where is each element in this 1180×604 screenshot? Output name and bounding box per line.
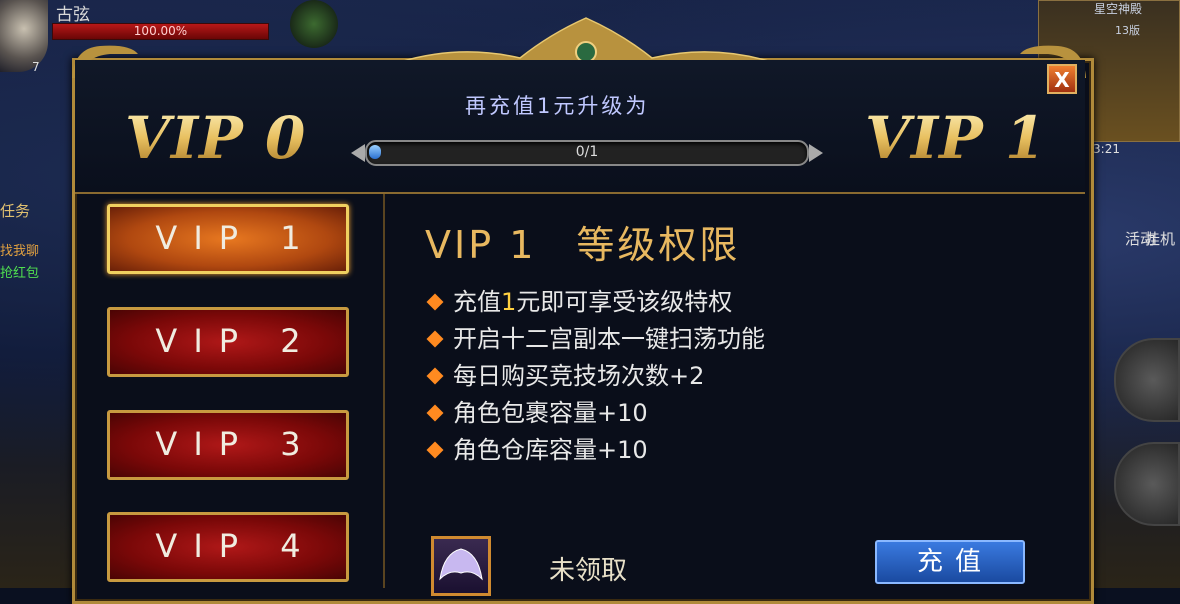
diamond-bullet-icon (426, 441, 444, 458)
reward-wings-icon[interactable] (431, 536, 491, 596)
side-redpacket-label[interactable]: 抢红包 (0, 262, 68, 281)
privilege-item: 开启十二宫副本一键扫荡功能 (425, 321, 765, 358)
progress-right-cap-icon (809, 144, 823, 162)
skill-button-2[interactable] (1114, 442, 1180, 526)
privilege-title: VIP 1 等级权限 (425, 214, 740, 269)
progress-text: 0/1 (575, 144, 599, 160)
vip-tab-list: VIP 1 VIP 2 VIP 3 VIP 4 (75, 194, 385, 588)
reward-status: 未领取 (549, 556, 628, 586)
progress-left-cap-icon (351, 144, 365, 162)
tab-vip-1[interactable]: VIP 1 (107, 204, 349, 274)
diamond-bullet-icon (426, 367, 444, 384)
vip-header: VIP 0 再充值1元升级为 0/1 VIP 1 (75, 60, 1085, 194)
current-vip-level: VIP 0 (125, 104, 307, 172)
tab-vip-2[interactable]: VIP 2 (107, 307, 349, 377)
diamond-bullet-icon (426, 330, 444, 347)
diamond-bullet-icon (426, 404, 444, 421)
next-vip-level: VIP 1 (865, 104, 1047, 172)
player-name: 古弦 (56, 5, 90, 25)
privilege-title-text: 等级权限 (576, 223, 741, 267)
privilege-item: 充值1元即可享受该级特权 (425, 284, 765, 321)
player-avatar[interactable] (0, 0, 48, 72)
upgrade-hint: 再充值1元升级为 (465, 94, 650, 118)
diamond-bullet-icon (426, 293, 444, 310)
privilege-panel: VIP 1 等级权限 充值1元即可享受该级特权 开启十二宫副本一键扫荡功能 每日购… (387, 194, 1085, 596)
skill-button-1[interactable] (1114, 338, 1180, 422)
privilege-item: 角色仓库容量+10 (425, 432, 765, 469)
player-level: 7 (32, 60, 40, 74)
side-chat-label[interactable]: 找我聊 (0, 240, 68, 259)
close-button[interactable]: X (1047, 64, 1077, 94)
privilege-item: 角色包裹容量+10 (425, 395, 765, 432)
privilege-title-vip: VIP 1 (425, 223, 537, 267)
recharge-button[interactable]: 充值 (875, 540, 1025, 584)
tab-vip-3[interactable]: VIP 3 (107, 410, 349, 480)
tab-vip-4[interactable]: VIP 4 (107, 512, 349, 582)
map-name: 星空神殿 (1093, 2, 1142, 16)
side-quest-label[interactable]: 任务 (0, 200, 68, 221)
map-coord: 13版 (1115, 24, 1140, 37)
vip-progress-bar: 0/1 (365, 140, 809, 166)
crossed-swords-icon[interactable] (290, 0, 338, 48)
privilege-item: 每日购买竞技场次数+2 (425, 358, 765, 395)
hp-text: 100.00% (133, 24, 188, 38)
privilege-list: 充值1元即可享受该级特权 开启十二宫副本一键扫荡功能 每日购买竞技场次数+2 角… (425, 284, 765, 469)
hp-bar: 100.00% (52, 23, 269, 40)
auto-battle-button[interactable]: 挂机 (1140, 228, 1180, 249)
